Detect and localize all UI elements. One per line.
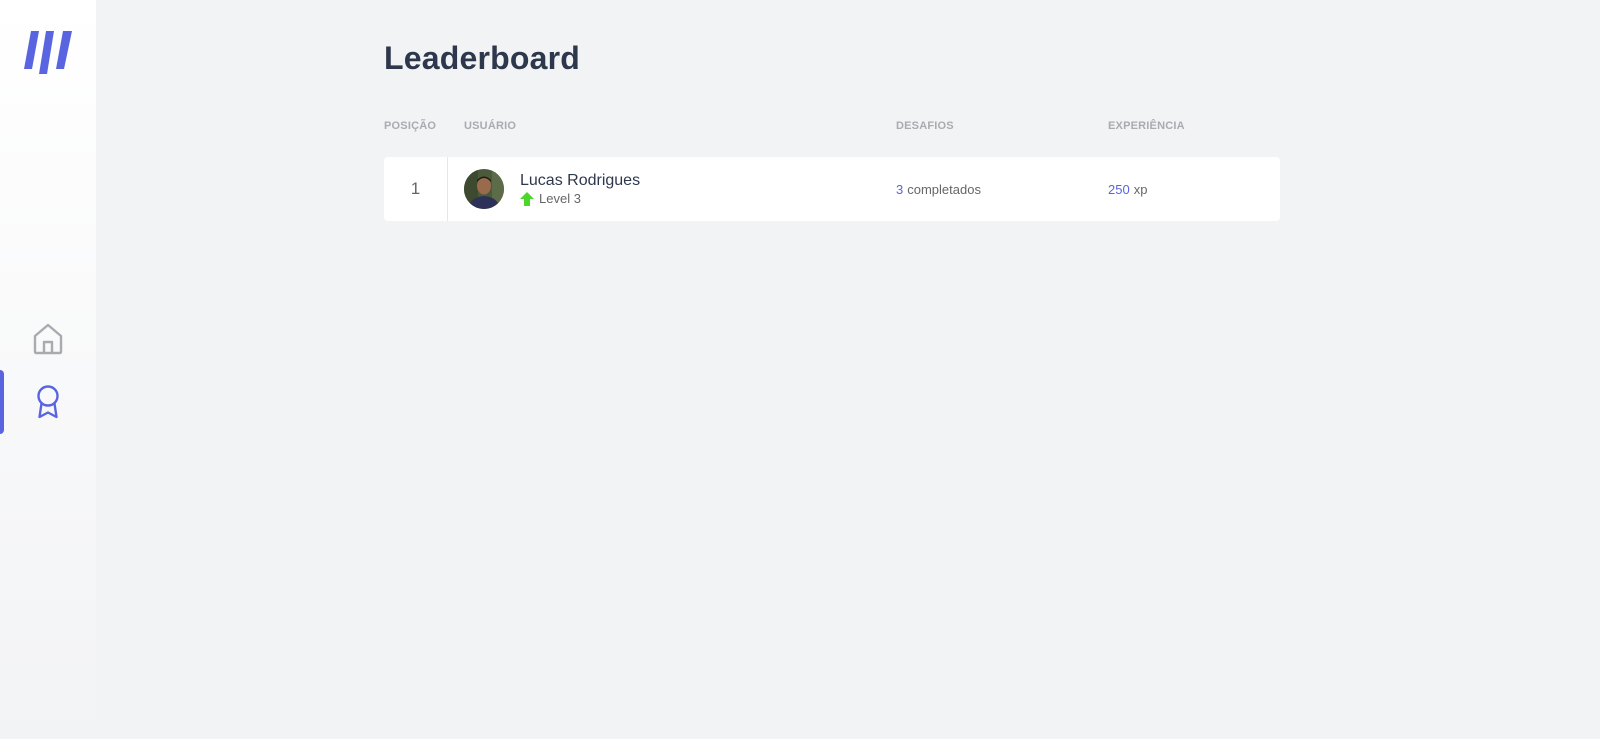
- xp-value: 250: [1108, 181, 1130, 197]
- row-experience: 250 xp: [1108, 157, 1147, 221]
- user-level: Level 3: [520, 191, 581, 206]
- level-up-icon: [520, 191, 534, 206]
- active-nav-indicator: [0, 370, 4, 434]
- home-icon: [33, 323, 63, 355]
- header-challenges: DESAFIOS: [896, 120, 954, 132]
- table-row: 1 Lucas Rodrigues Level 3 3 completados …: [384, 157, 1280, 221]
- sidebar-item-leaderboard[interactable]: [0, 370, 96, 434]
- xp-suffix: xp: [1133, 181, 1148, 197]
- user-name: Lucas Rodrigues: [520, 172, 641, 189]
- header-experience: EXPERIÊNCIA: [1108, 120, 1185, 132]
- sidebar: [0, 0, 96, 739]
- header-user: USUÁRIO: [464, 120, 517, 132]
- row-challenges: 3 completados: [896, 157, 981, 221]
- moveit-logo-icon[interactable]: [24, 31, 72, 74]
- page-title: Leaderboard: [384, 40, 581, 76]
- sidebar-item-home[interactable]: [0, 307, 96, 371]
- row-position: 1: [384, 157, 448, 221]
- challenges-count: 3: [896, 181, 904, 197]
- challenges-suffix: completados: [907, 181, 981, 197]
- award-icon: [37, 385, 59, 419]
- user-level-label: Level 3: [539, 191, 581, 206]
- avatar: [464, 169, 504, 209]
- header-position: POSIÇÃO: [384, 120, 437, 132]
